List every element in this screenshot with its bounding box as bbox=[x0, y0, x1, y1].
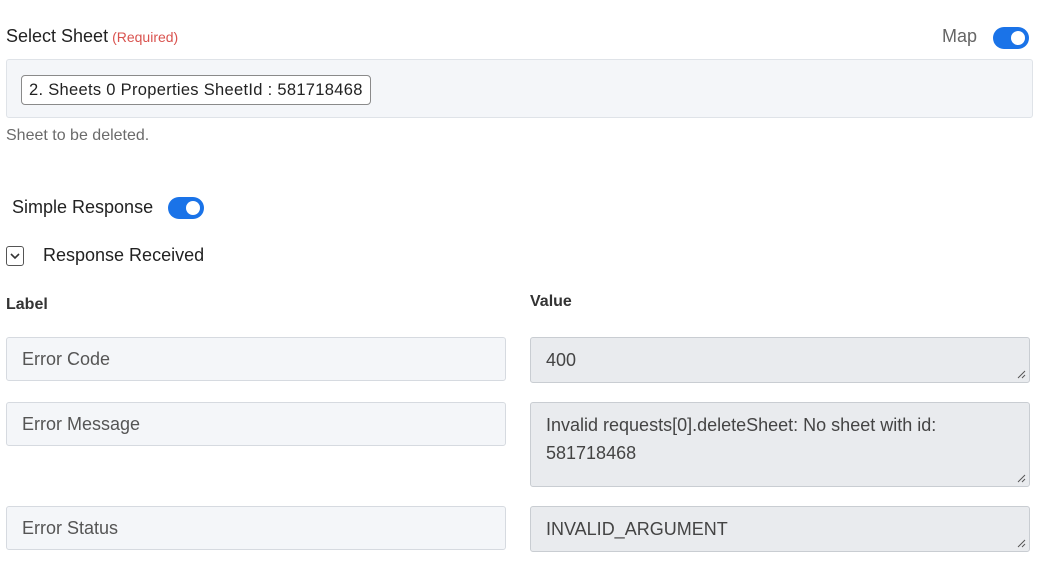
error-status-label-field[interactable]: Error Status bbox=[6, 506, 506, 550]
value-text: 400 bbox=[546, 350, 577, 370]
simple-response-label: Simple Response bbox=[12, 197, 154, 217]
required-indicator: (Required) bbox=[112, 29, 179, 45]
resize-handle-icon[interactable] bbox=[1016, 369, 1026, 379]
chevron-down-icon bbox=[10, 253, 20, 260]
label-column-header: Label bbox=[6, 296, 48, 313]
response-received-label: Response Received bbox=[43, 245, 205, 265]
resize-handle-icon[interactable] bbox=[1016, 473, 1026, 483]
toggle-knob bbox=[1011, 31, 1025, 45]
select-sheet-label-group: Select Sheet (Required) bbox=[6, 26, 178, 47]
value-text: INVALID_ARGUMENT bbox=[546, 519, 728, 539]
map-toggle[interactable] bbox=[993, 27, 1029, 49]
sheet-help-text: Sheet to be deleted. bbox=[6, 127, 150, 144]
value-text: Invalid requests[0].deleteSheet: No shee… bbox=[546, 415, 937, 463]
error-code-value-field[interactable]: 400 bbox=[530, 337, 1030, 383]
resize-handle-icon[interactable] bbox=[1016, 538, 1026, 548]
response-received-collapse-button[interactable] bbox=[6, 246, 24, 266]
error-message-value-field[interactable]: Invalid requests[0].deleteSheet: No shee… bbox=[530, 402, 1030, 487]
error-message-label-field[interactable]: Error Message bbox=[6, 402, 506, 446]
select-sheet-label: Select Sheet bbox=[6, 26, 109, 46]
sheet-map-field[interactable]: 2. Sheets 0 Properties SheetId : 5817184… bbox=[6, 59, 1033, 118]
toggle-knob bbox=[186, 201, 200, 215]
map-label: Map bbox=[942, 26, 978, 46]
simple-response-toggle[interactable] bbox=[168, 197, 204, 219]
mapped-value-pill[interactable]: 2. Sheets 0 Properties SheetId : 5817184… bbox=[21, 75, 371, 105]
error-code-label-field[interactable]: Error Code bbox=[6, 337, 506, 381]
value-column-header: Value bbox=[530, 293, 572, 310]
error-status-value-field[interactable]: INVALID_ARGUMENT bbox=[530, 506, 1030, 552]
